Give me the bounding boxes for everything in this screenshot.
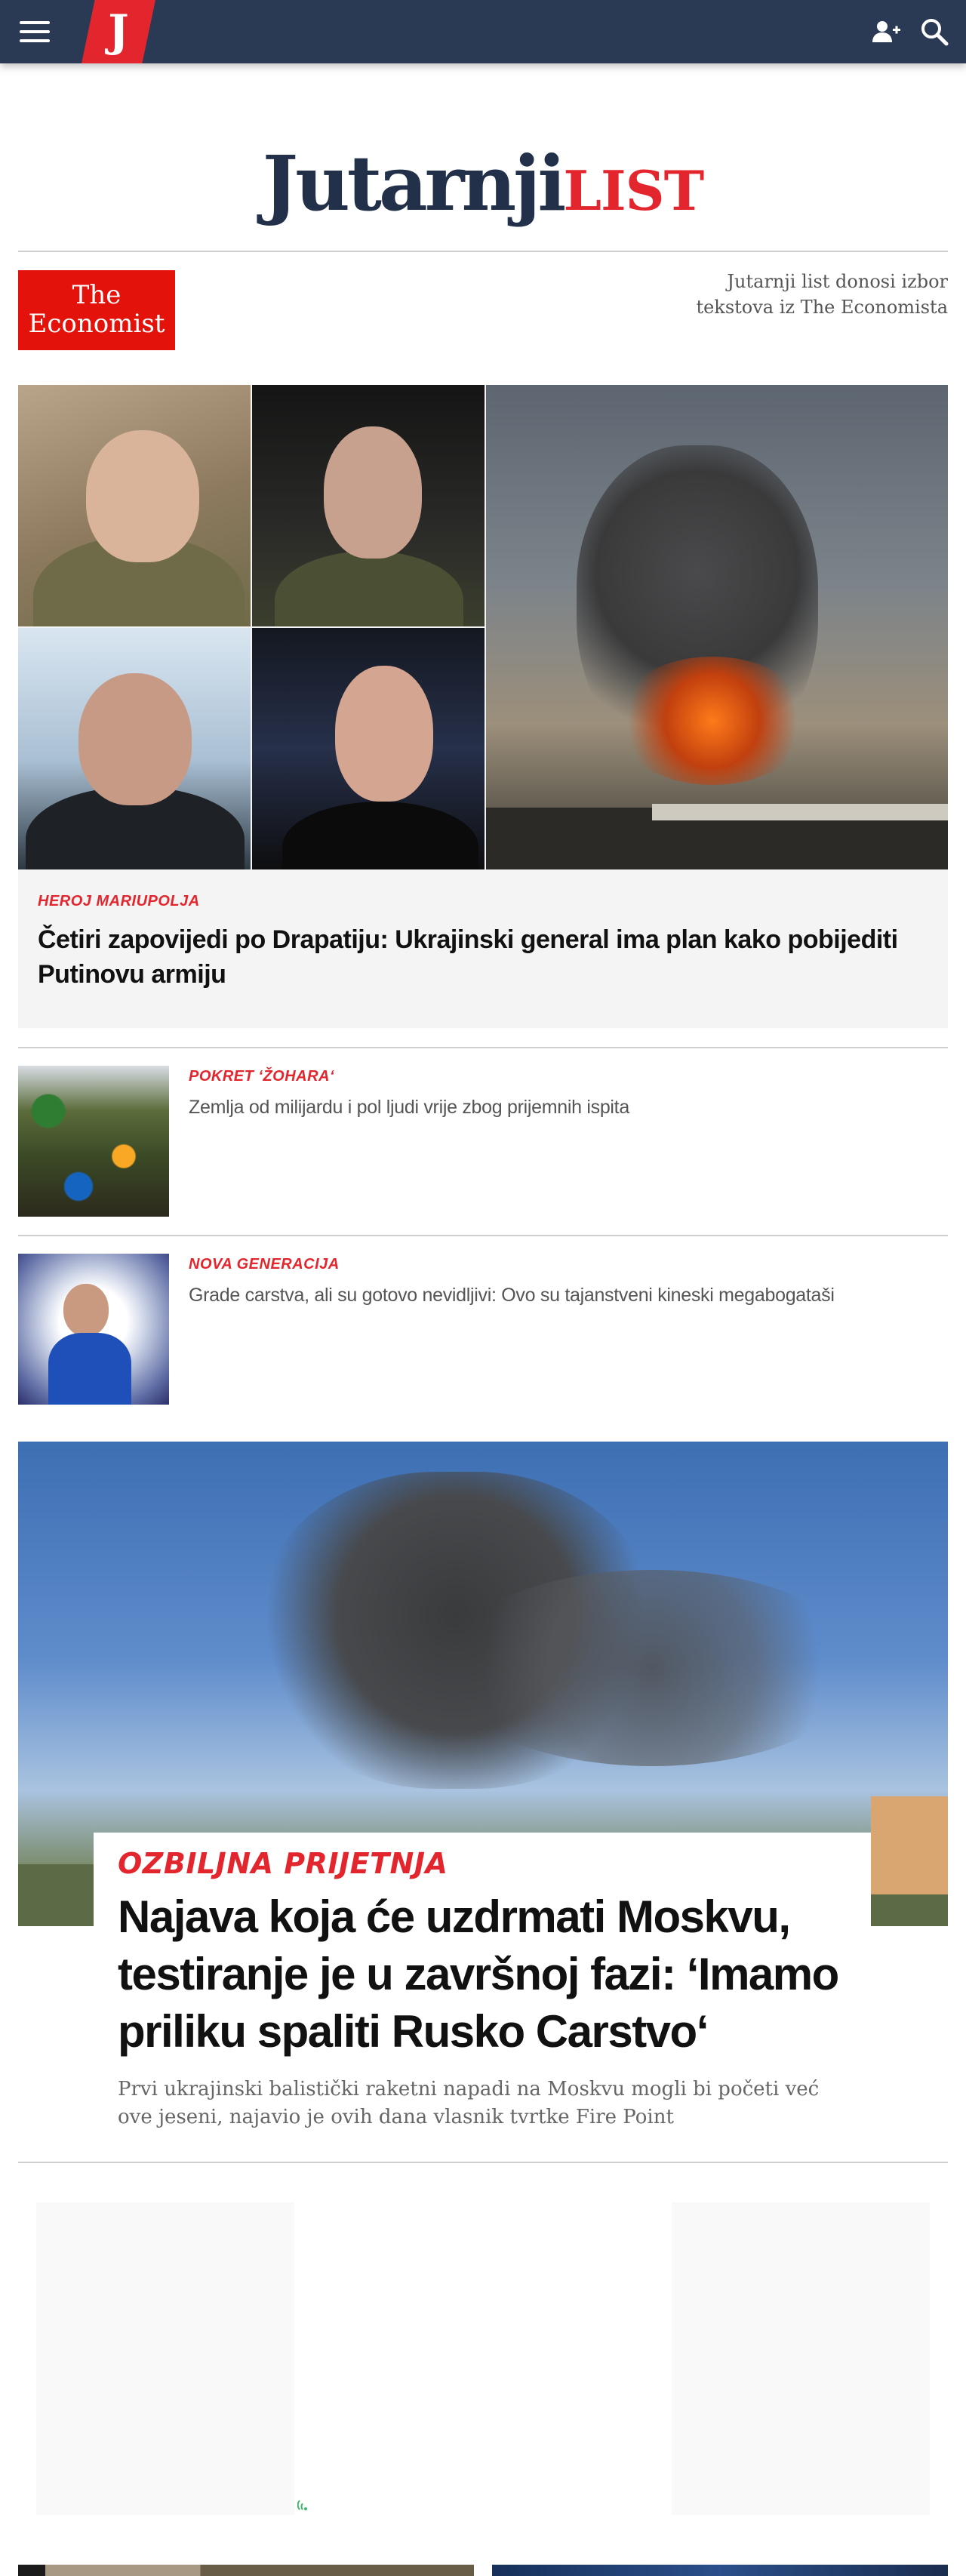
hero-image <box>18 385 948 869</box>
hero-title[interactable]: Četiri zapovijedi po Drapatiju: Ukrajins… <box>38 922 913 992</box>
hero-article[interactable]: HEROJ MARIUPOLJA Četiri zapovijedi po Dr… <box>18 385 948 1028</box>
feature-card: OZBILJNA PRIJETNJA Najava koja će uzdrma… <box>94 1833 871 2154</box>
economist-logo-line1: The <box>72 280 122 310</box>
divider <box>18 2162 948 2163</box>
teaser-image[interactable] <box>18 2565 474 2576</box>
ad-slot[interactable] <box>36 2202 307 2515</box>
hero-kicker: HEROJ MARIUPOLJA <box>38 893 200 909</box>
list-item[interactable]: POKRET ‘ŽOHARA‘ Zemlja od milijardu i po… <box>18 1066 948 1217</box>
portrait-image <box>18 628 251 869</box>
ad-slot[interactable] <box>672 2202 930 2515</box>
top-navigation-bar: J <box>0 0 966 63</box>
item-title[interactable]: Grade carstva, ali su gotovo nevidljivi:… <box>189 1282 943 1308</box>
crowd-thumbnail <box>18 1066 169 1217</box>
portrait-image <box>252 385 485 626</box>
feature-article[interactable]: OZBILJNA PRIJETNJA Najava koja će uzdrma… <box>18 1442 948 2154</box>
search-icon[interactable] <box>918 15 951 48</box>
divider <box>18 1235 948 1236</box>
feature-kicker: OZBILJNA PRIJETNJA <box>118 1847 448 1880</box>
portrait-image <box>18 385 251 626</box>
masthead-logo[interactable]: JutarnjiLIST <box>0 139 966 228</box>
add-user-icon[interactable] <box>869 15 903 48</box>
economist-logo-line2: Economist <box>28 309 165 339</box>
economist-logo[interactable]: The Economist <box>18 270 175 350</box>
fire-smoke-image <box>486 385 948 869</box>
adchoices-icon[interactable] <box>297 2498 311 2512</box>
item-kicker: NOVA GENERACIJA <box>189 1256 340 1273</box>
feature-lead: Prvi ukrajinski balistički raketni napad… <box>118 2078 820 2128</box>
feature-title[interactable]: Najava koja će uzdrmati Moskvu, testiran… <box>118 1888 847 2060</box>
portrait-image <box>252 628 485 869</box>
divider <box>18 1047 948 1048</box>
jutarnji-j-logo[interactable]: J <box>82 0 155 63</box>
teaser-image[interactable] <box>492 2565 948 2576</box>
masthead-name: Jutarnji <box>262 139 567 228</box>
list-item[interactable]: NOVA GENERACIJA Grade carstva, ali su go… <box>18 1254 948 1405</box>
economist-note: Jutarnji list donosi izbor tekstova iz T… <box>696 271 948 318</box>
logo-letter: J <box>108 5 129 57</box>
divider <box>18 251 948 252</box>
item-kicker: POKRET ‘ŽOHARA‘ <box>189 1068 335 1085</box>
speaker-thumbnail <box>18 1254 169 1405</box>
item-title[interactable]: Zemlja od milijardu i pol ljudi vrije zb… <box>189 1094 943 1120</box>
masthead-name-accent: LIST <box>563 158 704 223</box>
hamburger-icon[interactable] <box>20 21 50 42</box>
